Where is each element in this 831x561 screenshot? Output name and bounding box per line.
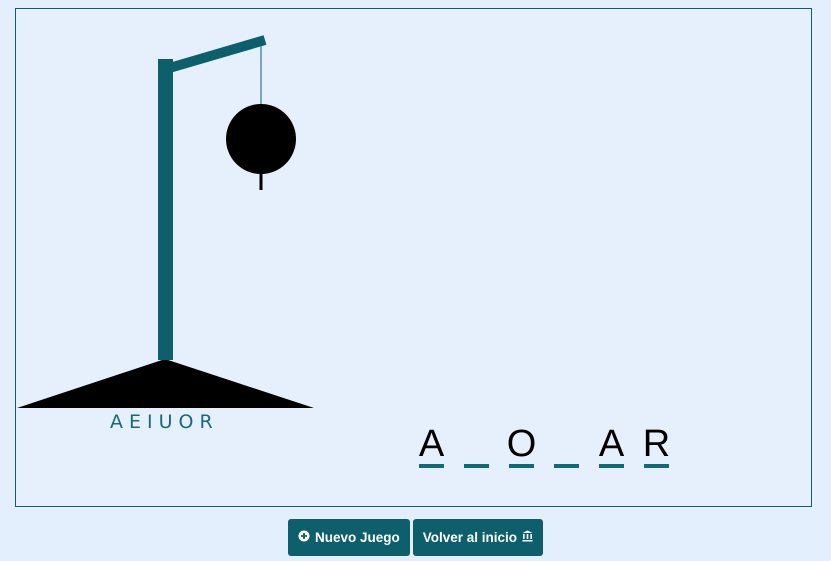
back-home-label: Volver al inicio xyxy=(422,530,518,545)
letter-slot-char: A xyxy=(598,423,625,465)
hangman-head xyxy=(226,104,296,174)
hangman-drawing xyxy=(17,35,314,408)
game-board: AEIUOR AOAR xyxy=(15,8,812,507)
new-game-button[interactable]: Nuevo Juego xyxy=(287,519,410,556)
letter-slot: A xyxy=(416,424,447,468)
used-letters: AEIUOR xyxy=(110,411,219,433)
gallows-beam xyxy=(164,35,267,74)
letter-slot-char: R xyxy=(642,423,671,465)
action-bar: Nuevo Juego Volver al inicio xyxy=(0,519,831,556)
letter-slot-underline xyxy=(644,464,669,468)
letter-slot-char: O xyxy=(506,423,537,465)
letter-slot-underline xyxy=(554,464,579,468)
plus-circle-icon xyxy=(298,530,310,545)
letter-slot-underline xyxy=(599,464,624,468)
back-home-button[interactable]: Volver al inicio xyxy=(412,519,544,556)
letter-slot xyxy=(461,424,492,468)
letter-slot-char: A xyxy=(418,423,445,465)
letter-slot: A xyxy=(596,424,627,468)
new-game-label: Nuevo Juego xyxy=(314,530,400,545)
letter-slot-char xyxy=(461,424,492,464)
letter-slot-underline xyxy=(464,464,489,468)
letter-slot-char xyxy=(551,424,582,464)
letter-slot: R xyxy=(641,424,672,468)
word-display: AOAR xyxy=(416,424,672,468)
bank-icon xyxy=(522,530,533,545)
gallows-post xyxy=(158,59,173,360)
letter-slot-underline xyxy=(509,464,534,468)
letter-slot: O xyxy=(506,424,537,468)
letter-slot xyxy=(551,424,582,468)
letter-slot-underline xyxy=(419,464,444,468)
gallows-base xyxy=(17,359,314,408)
